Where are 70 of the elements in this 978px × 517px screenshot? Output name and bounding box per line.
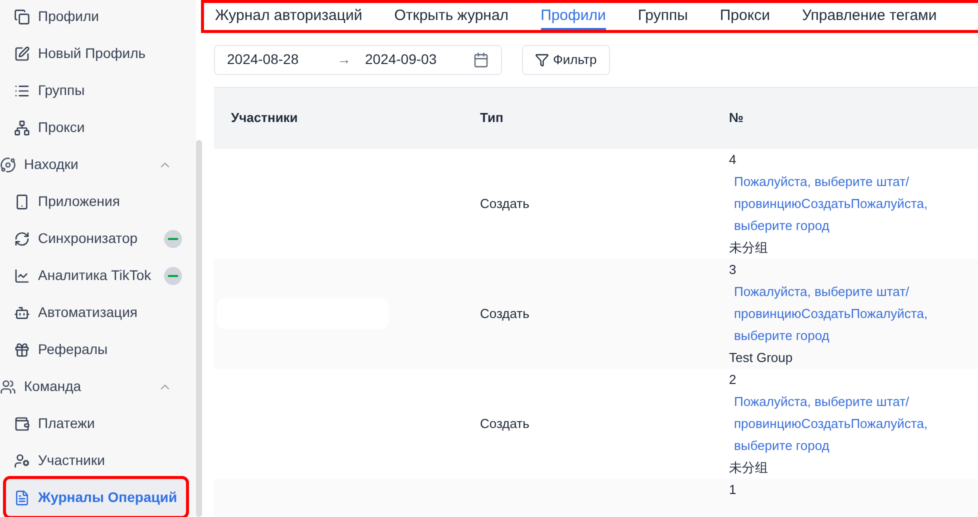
region-link[interactable]: Пожалуйста, выберите штат/провинциюСоздатьПожалуйста, выберите город <box>729 170 954 236</box>
filter-icon <box>535 52 549 66</box>
robot-icon <box>14 304 30 320</box>
column-header: Участники <box>231 110 298 126</box>
sidebar-label: Автоматизация <box>38 303 138 322</box>
network-icon <box>14 120 30 136</box>
sidebar-item[interactable]: Рефералы <box>6 331 186 368</box>
sidebar-item[interactable]: Участники <box>6 442 186 479</box>
sidebar-label: Группы <box>38 81 86 100</box>
users-icon <box>0 378 16 394</box>
end-date[interactable]: 2024-09-03 <box>365 49 473 70</box>
date-range-field[interactable]: 2024-08-28 → 2024-09-03 <box>214 44 502 74</box>
sidebar-item[interactable]: Профили <box>6 0 186 35</box>
edit-icon <box>14 46 30 62</box>
filter-button[interactable]: Фильтр <box>522 44 610 74</box>
sidebar-label: Аналитика TikTok <box>38 266 152 285</box>
list-icon <box>14 82 30 98</box>
user-icon <box>14 452 30 468</box>
calendar-icon[interactable] <box>473 52 489 68</box>
planet-icon <box>0 156 16 172</box>
line-chart-icon <box>14 268 30 284</box>
sidebar-item[interactable]: Группы <box>6 72 186 109</box>
region-link[interactable]: Пожалуйста, выберите штат/провинциюСоздатьПожалуйста, выберите город <box>729 280 954 346</box>
range-separator: → <box>337 50 352 69</box>
group-name: 未分组 <box>729 238 768 256</box>
column-header: № <box>729 110 744 126</box>
copy-icon <box>14 8 30 24</box>
table-cell-text: Создать <box>480 194 530 213</box>
refresh-icon <box>14 230 30 246</box>
sidebar-label: Рефералы <box>38 340 109 359</box>
sidebar-label: Прокси <box>38 118 86 137</box>
tab[interactable]: Открыть журнал <box>394 3 509 30</box>
region-link[interactable]: Пожалуйста, выберите штат/провинциюСоздатьПожалуйста, выберите город <box>729 390 954 456</box>
wallet-icon <box>14 416 30 432</box>
sidebar-item[interactable]: Новый Профиль <box>6 35 186 72</box>
group-name: 未分组 <box>729 458 768 476</box>
sidebar-label: Профили <box>38 7 100 26</box>
start-date[interactable]: 2024-08-28 <box>227 49 337 70</box>
sidebar-label: Участники <box>38 451 106 470</box>
tab[interactable]: Группы <box>638 3 688 30</box>
sidebar-label: Новый Профиль <box>38 44 147 63</box>
table-cell-text: 2 <box>729 370 736 388</box>
sidebar-label: Журналы Операций <box>38 488 178 507</box>
table-cell-text: Создать <box>480 304 530 323</box>
tab[interactable]: Прокси <box>720 3 770 30</box>
sidebar-item[interactable]: Синхронизатор <box>6 220 186 257</box>
tab[interactable]: Управление тегами <box>802 3 937 30</box>
column-header: Тип <box>480 110 504 126</box>
sidebar-item[interactable]: Платежи <box>6 405 186 442</box>
sidebar-label: Синхронизатор <box>38 229 139 248</box>
sidebar-item[interactable]: Журналы Операций <box>6 479 186 516</box>
scrollbar[interactable] <box>196 140 202 517</box>
group-name: Test Group <box>729 348 793 367</box>
phone-icon <box>14 194 30 210</box>
sidebar-item[interactable]: Прокси <box>6 109 186 146</box>
sidebar-section[interactable]: Находки <box>24 154 158 175</box>
table-cell-text: 3 <box>729 260 736 278</box>
table-cell-text: 4 <box>729 150 736 168</box>
tab[interactable]: Журнал авторизаций <box>215 3 362 30</box>
document-icon <box>14 490 30 506</box>
sidebar-label: Платежи <box>38 414 96 433</box>
table-cell-text: Создать <box>480 414 530 433</box>
sidebar-label: Приложения <box>38 192 121 211</box>
sidebar-item[interactable]: Автоматизация <box>6 294 186 331</box>
gift-icon <box>14 342 30 358</box>
sidebar-item[interactable]: Приложения <box>6 183 186 220</box>
table-cell-text: 1 <box>729 480 736 498</box>
tab[interactable]: Профили <box>540 3 606 30</box>
sidebar-item[interactable]: Аналитика TikTok <box>6 257 186 294</box>
sidebar-section[interactable]: Команда <box>24 376 158 397</box>
